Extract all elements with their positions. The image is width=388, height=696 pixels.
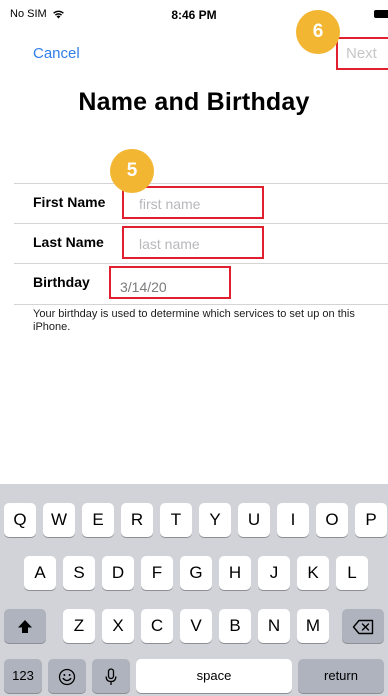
key-p[interactable]: P: [355, 503, 387, 537]
key-d[interactable]: D: [102, 556, 134, 590]
key-k[interactable]: K: [297, 556, 329, 590]
step-badge-5: 5: [110, 149, 154, 193]
key-s[interactable]: S: [63, 556, 95, 590]
page-title: Name and Birthday: [78, 88, 310, 116]
key-f[interactable]: F: [141, 556, 173, 590]
key-w[interactable]: W: [43, 503, 75, 537]
key-u[interactable]: U: [238, 503, 270, 537]
first-name-field[interactable]: [139, 196, 257, 212]
key-l[interactable]: L: [336, 556, 368, 590]
shift-icon: [18, 619, 32, 633]
battery-icon: [374, 10, 388, 18]
delete-icon: [352, 619, 374, 634]
key-c[interactable]: C: [141, 609, 173, 643]
emoji-icon: [58, 668, 76, 685]
key-e[interactable]: E: [82, 503, 114, 537]
screen: No SIM 8:46 PM Cancel Next 6 Name and Bi…: [0, 0, 388, 696]
microphone-icon: [105, 667, 117, 685]
key-j[interactable]: J: [258, 556, 290, 590]
shift-key[interactable]: [4, 609, 46, 643]
step-badge-6: 6: [296, 10, 340, 54]
last-name-field[interactable]: [139, 236, 257, 252]
key-h[interactable]: H: [219, 556, 251, 590]
key-q[interactable]: Q: [4, 503, 36, 537]
key-m[interactable]: M: [297, 609, 329, 643]
key-a[interactable]: A: [24, 556, 56, 590]
keyboard: Q W E R T Y U I O P A S D F G H J K L Z …: [0, 484, 388, 696]
key-z[interactable]: Z: [63, 609, 95, 643]
emoji-key[interactable]: [48, 659, 86, 693]
row-divider: [14, 304, 388, 305]
key-y[interactable]: Y: [199, 503, 231, 537]
key-g[interactable]: G: [180, 556, 212, 590]
delete-key[interactable]: [342, 609, 384, 643]
first-name-label: First Name: [33, 194, 106, 210]
key-t[interactable]: T: [160, 503, 192, 537]
last-name-label: Last Name: [33, 234, 104, 250]
dictation-key[interactable]: [92, 659, 130, 693]
key-o[interactable]: O: [316, 503, 348, 537]
birthday-label: Birthday: [33, 274, 90, 290]
key-i[interactable]: I: [277, 503, 309, 537]
next-button[interactable]: Next: [346, 45, 377, 62]
birthday-field[interactable]: 3/14/20: [120, 279, 167, 295]
cancel-button[interactable]: Cancel: [33, 45, 80, 62]
return-key[interactable]: return: [298, 659, 384, 693]
key-n[interactable]: N: [258, 609, 290, 643]
space-key[interactable]: space: [136, 659, 292, 693]
key-r[interactable]: R: [121, 503, 153, 537]
birthday-help-text: Your birthday is used to determine which…: [33, 308, 355, 333]
birthday-row: Birthday: [14, 264, 388, 303]
key-b[interactable]: B: [219, 609, 251, 643]
numbers-key[interactable]: 123: [4, 659, 42, 693]
key-x[interactable]: X: [102, 609, 134, 643]
key-v[interactable]: V: [180, 609, 212, 643]
